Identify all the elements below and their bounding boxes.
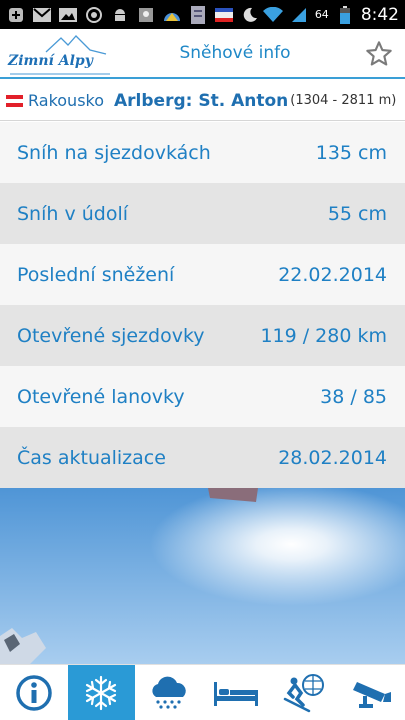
app-header: Zimní Alpy Sněhové info <box>0 29 405 79</box>
snow-info-list: Sníh na sjezdovkách 135 cm Sníh v údolí … <box>0 122 405 488</box>
nav-ski-map[interactable] <box>270 665 338 720</box>
snow-on-slopes-value: 135 cm <box>315 141 387 164</box>
bottom-navigation <box>0 664 405 720</box>
signal-icon <box>289 6 309 24</box>
nav-webcams[interactable] <box>338 665 405 720</box>
country-name: Rakousko <box>28 91 105 110</box>
logo-text: Zimní Alpy <box>8 53 93 69</box>
snow-in-valley-value: 55 cm <box>327 202 387 225</box>
open-slopes-value: 119 / 280 km <box>260 324 387 347</box>
nav-weather[interactable] <box>135 665 203 720</box>
snowflake-icon <box>86 675 117 711</box>
nav-snow-info[interactable] <box>67 665 135 720</box>
star-icon <box>366 41 392 66</box>
open-lifts-label: Otevřené lanovky <box>17 385 185 408</box>
status-bar: 64 8:42 <box>0 0 405 29</box>
notification-icons <box>6 5 260 24</box>
background-photo <box>0 488 405 664</box>
battery-icon <box>335 5 355 24</box>
flag-icon <box>214 6 234 24</box>
favorite-button[interactable] <box>365 40 393 68</box>
snow-on-slopes-label: Sníh na sjezdovkách <box>17 141 211 164</box>
resort-name: Arlberg: St. Anton <box>114 90 289 111</box>
list-item: Otevřené sjezdovky 119 / 280 km <box>0 305 405 366</box>
list-item: Čas aktualizace 28.02.2014 <box>0 427 405 488</box>
open-lifts-value: 38 / 85 <box>320 385 387 408</box>
moon-icon <box>240 6 260 24</box>
mountain-app-icon <box>162 6 182 24</box>
add-icon <box>6 6 26 24</box>
last-snowfall-label: Poslední sněžení <box>17 263 175 286</box>
photo-icon <box>136 6 156 24</box>
info-icon <box>16 675 52 711</box>
weather-snow-icon <box>152 676 186 709</box>
update-time-label: Čas aktualizace <box>17 446 166 469</box>
clock: 8:42 <box>360 4 399 25</box>
battery-percent: 64 <box>314 8 329 21</box>
list-item: Sníh na sjezdovkách 135 cm <box>0 122 405 183</box>
open-slopes-label: Otevřené sjezdovky <box>17 324 205 347</box>
bed-icon <box>214 682 259 706</box>
resort-altitude: (1304 - 2811 m) <box>290 93 397 108</box>
webcam-icon <box>353 682 392 708</box>
sky-snowboarder-image <box>0 488 405 664</box>
page-title: Sněhové info <box>179 43 291 63</box>
system-status: 64 8:42 <box>262 4 399 25</box>
image-icon <box>58 6 78 24</box>
austria-flag-icon <box>6 94 23 107</box>
list-item: Otevřené lanovky 38 / 85 <box>0 366 405 427</box>
update-time-value: 28.02.2014 <box>278 446 387 469</box>
nav-accommodation[interactable] <box>203 665 271 720</box>
location-bar: Rakousko Arlberg: St. Anton (1304 - 2811… <box>0 81 405 121</box>
snow-in-valley-label: Sníh v údolí <box>17 202 129 225</box>
document-icon <box>188 5 208 24</box>
app-logo[interactable]: Zimní Alpy <box>6 34 116 76</box>
list-item: Poslední sněžení 22.02.2014 <box>0 244 405 305</box>
skier-icon <box>283 674 324 713</box>
nav-info[interactable] <box>0 665 68 720</box>
sync-icon <box>84 6 104 24</box>
android-icon <box>110 6 130 24</box>
gmail-icon <box>32 6 52 24</box>
wifi-icon <box>262 6 283 24</box>
last-snowfall-value: 22.02.2014 <box>278 263 387 286</box>
list-item: Sníh v údolí 55 cm <box>0 183 405 244</box>
